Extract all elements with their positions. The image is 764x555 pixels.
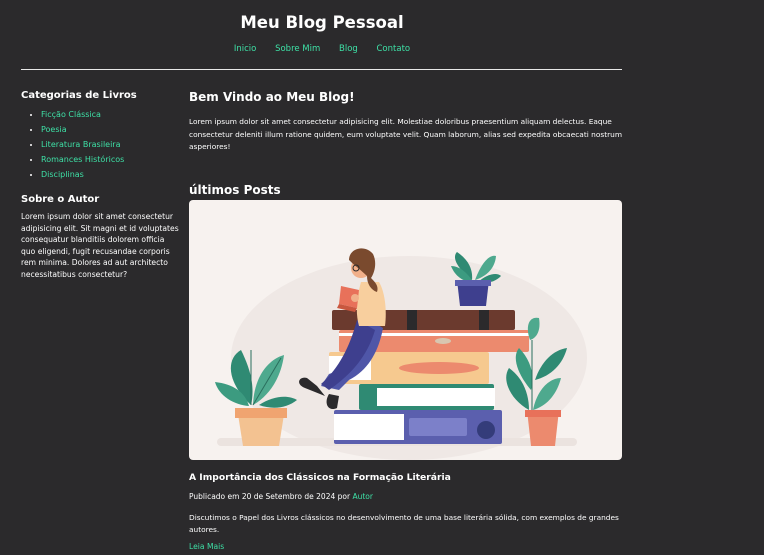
welcome-heading: Bem Vindo ao Meu Blog!: [189, 90, 355, 104]
post-author-link[interactable]: Autor: [352, 492, 373, 501]
main-content: Bem Vindo ao Meu Blog! Lorem ipsum dolor…: [189, 90, 623, 197]
header-divider: [21, 69, 622, 70]
category-link-romances-historicos[interactable]: Romances Históricos: [41, 155, 124, 164]
categories-list: Ficção Clássica Poesia Literatura Brasil…: [21, 107, 181, 182]
category-item: Poesia: [41, 122, 181, 137]
post-excerpt: Discutimos o Papel dos Livros clássicos …: [189, 513, 619, 534]
about-text: Lorem ipsum dolor sit amet consectetur a…: [21, 212, 179, 279]
category-link-poesia[interactable]: Poesia: [41, 125, 67, 134]
site-title: Meu Blog Pessoal: [240, 13, 404, 32]
nav-link-blog[interactable]: Blog: [339, 44, 358, 54]
nav-link-inicio[interactable]: Inicio: [234, 44, 257, 54]
category-item: Romances Históricos: [41, 152, 181, 167]
sidebar: Categorias de Livros Ficção Clássica Poe…: [21, 90, 181, 280]
latest-posts-heading: últimos Posts: [189, 183, 281, 197]
categories-heading: Categorias de Livros: [21, 90, 137, 101]
nav-link-sobre-mim[interactable]: Sobre Mim: [275, 44, 320, 54]
nav-link-contato[interactable]: Contato: [377, 44, 411, 54]
post-meta: Publicado em 20 de Setembro de 2024 por …: [189, 492, 373, 501]
main-nav: Inicio Sobre Mim Blog Contato: [0, 44, 644, 54]
reading-woman-illustration: [215, 248, 587, 460]
post-hero-image: [189, 200, 622, 460]
post-title[interactable]: A Importância dos Clássicos na Formação …: [189, 472, 451, 483]
category-item: Literatura Brasileira: [41, 137, 181, 152]
category-item: Disciplinas: [41, 167, 181, 182]
category-item: Ficção Clássica: [41, 107, 181, 122]
about-heading: Sobre o Autor: [21, 194, 100, 205]
post-meta-date: Publicado em 20 de Setembro de 2024 por: [189, 492, 353, 501]
category-link-ficcao-classica[interactable]: Ficção Clássica: [41, 110, 101, 119]
read-more-link[interactable]: Leia Mais: [189, 542, 224, 551]
welcome-text: Lorem ipsum dolor sit amet consectetur a…: [189, 117, 623, 151]
category-link-literatura-brasileira[interactable]: Literatura Brasileira: [41, 140, 121, 149]
category-link-disciplinas[interactable]: Disciplinas: [41, 170, 84, 179]
